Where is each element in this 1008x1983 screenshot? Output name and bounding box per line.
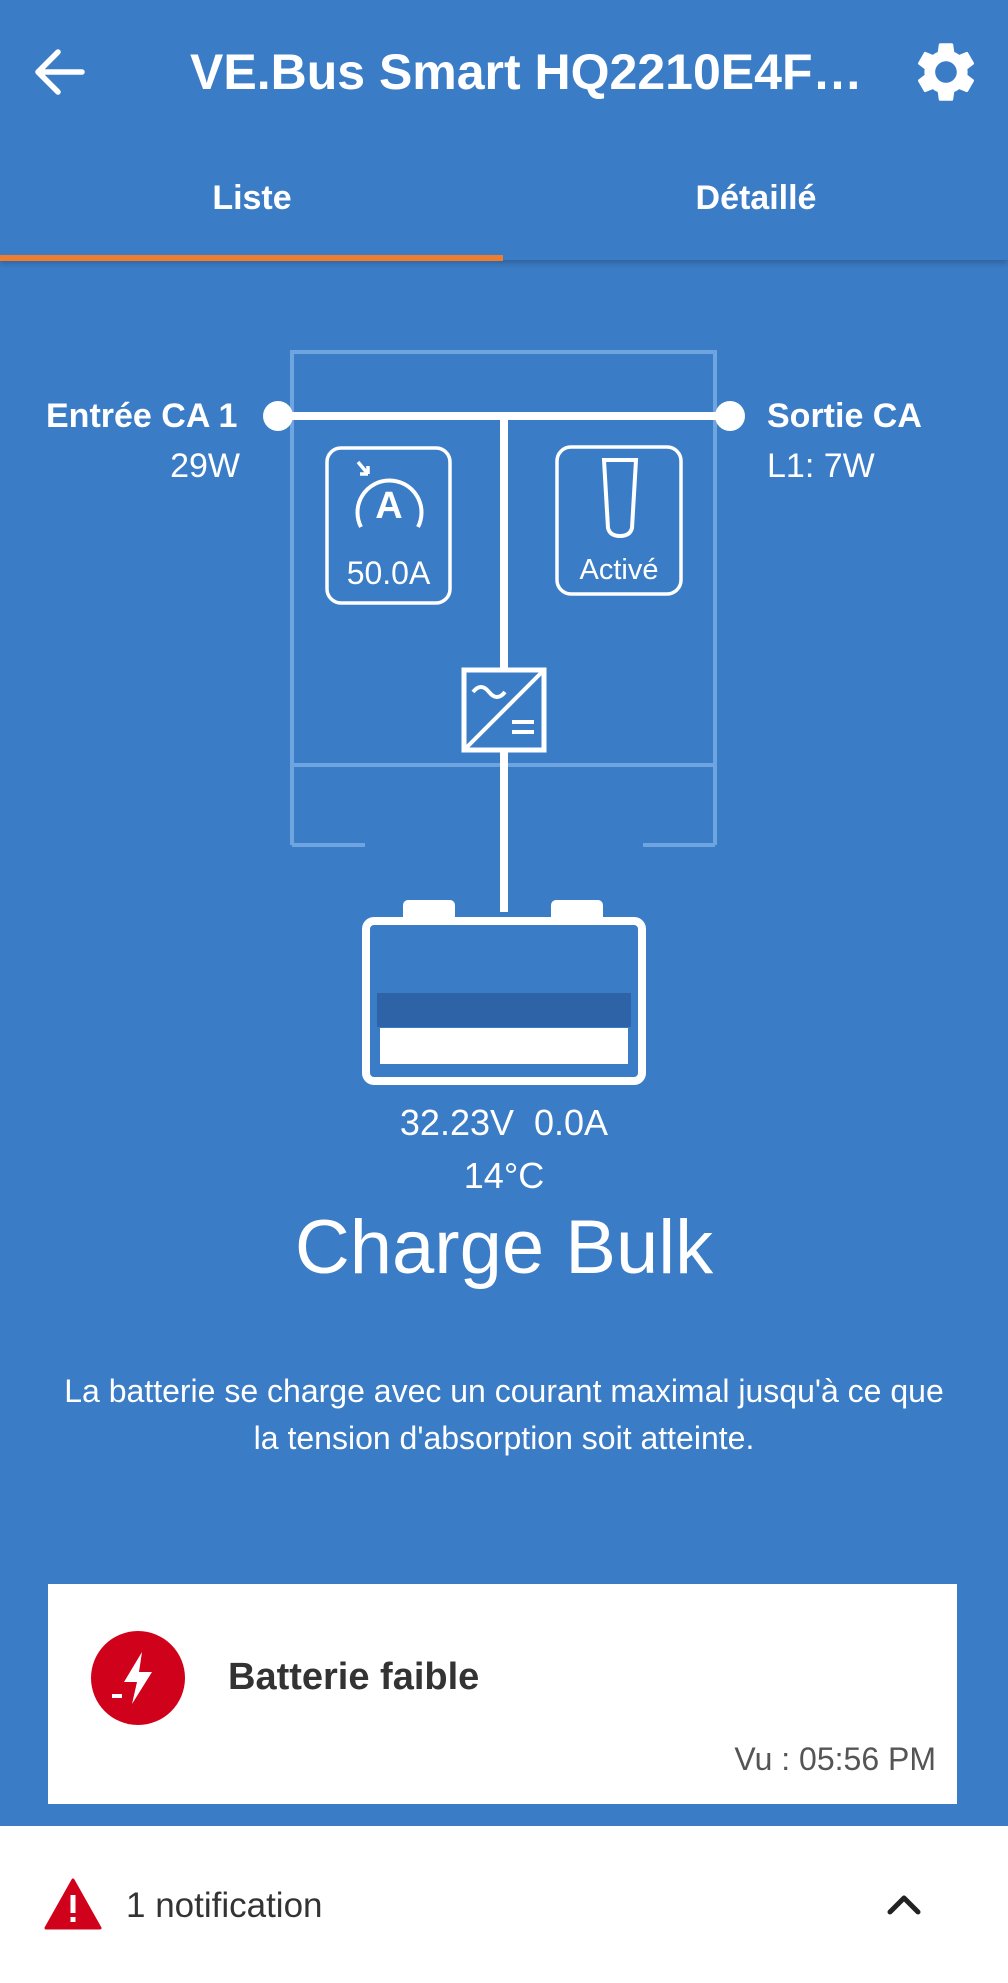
ac-output-node [715, 401, 745, 431]
chevron-up-icon [887, 1895, 921, 1915]
mode-switch-label: Activé [579, 554, 659, 586]
ac-input-title: Entrée CA 1 [46, 397, 238, 435]
ac-input-power: 29W [170, 447, 240, 485]
tab-detaille[interactable]: Détaillé [504, 168, 1008, 228]
ac-output-power: L1: 7W [767, 447, 875, 485]
gear-icon [917, 43, 975, 101]
back-button[interactable] [30, 36, 94, 108]
expand-notifications-button[interactable] [880, 1880, 928, 1928]
charge-state-description: La batterie se charge avec un courant ma… [64, 1373, 944, 1456]
arrow-left-icon [35, 49, 85, 95]
low-battery-alert-icon [90, 1630, 186, 1726]
tab-indicator [0, 255, 503, 261]
current-limit-value: 50.0A [346, 555, 431, 591]
notification-count-text: 1 notification [126, 1886, 323, 1925]
tab-liste[interactable]: Liste [0, 168, 504, 228]
charge-state-title: Charge Bulk [294, 1205, 714, 1290]
ac-input-node [263, 401, 293, 431]
settings-button[interactable] [910, 36, 982, 108]
converter-icon [461, 667, 547, 753]
battery-icon [362, 900, 646, 1085]
ac-output-title: Sortie CA [767, 397, 922, 435]
alert-title: Batterie faible [228, 1656, 480, 1698]
battery-temperature: 14°C [463, 1155, 545, 1196]
warning-triangle-icon [44, 1878, 102, 1930]
page-title: VE.Bus Smart HQ2210E4FM... [190, 44, 895, 100]
svg-text:A: A [375, 485, 402, 527]
battery-voltage-current: 32.23V 0.0A [399, 1102, 609, 1143]
alert-seen-time: Vu : 05:56 PM [734, 1741, 936, 1777]
